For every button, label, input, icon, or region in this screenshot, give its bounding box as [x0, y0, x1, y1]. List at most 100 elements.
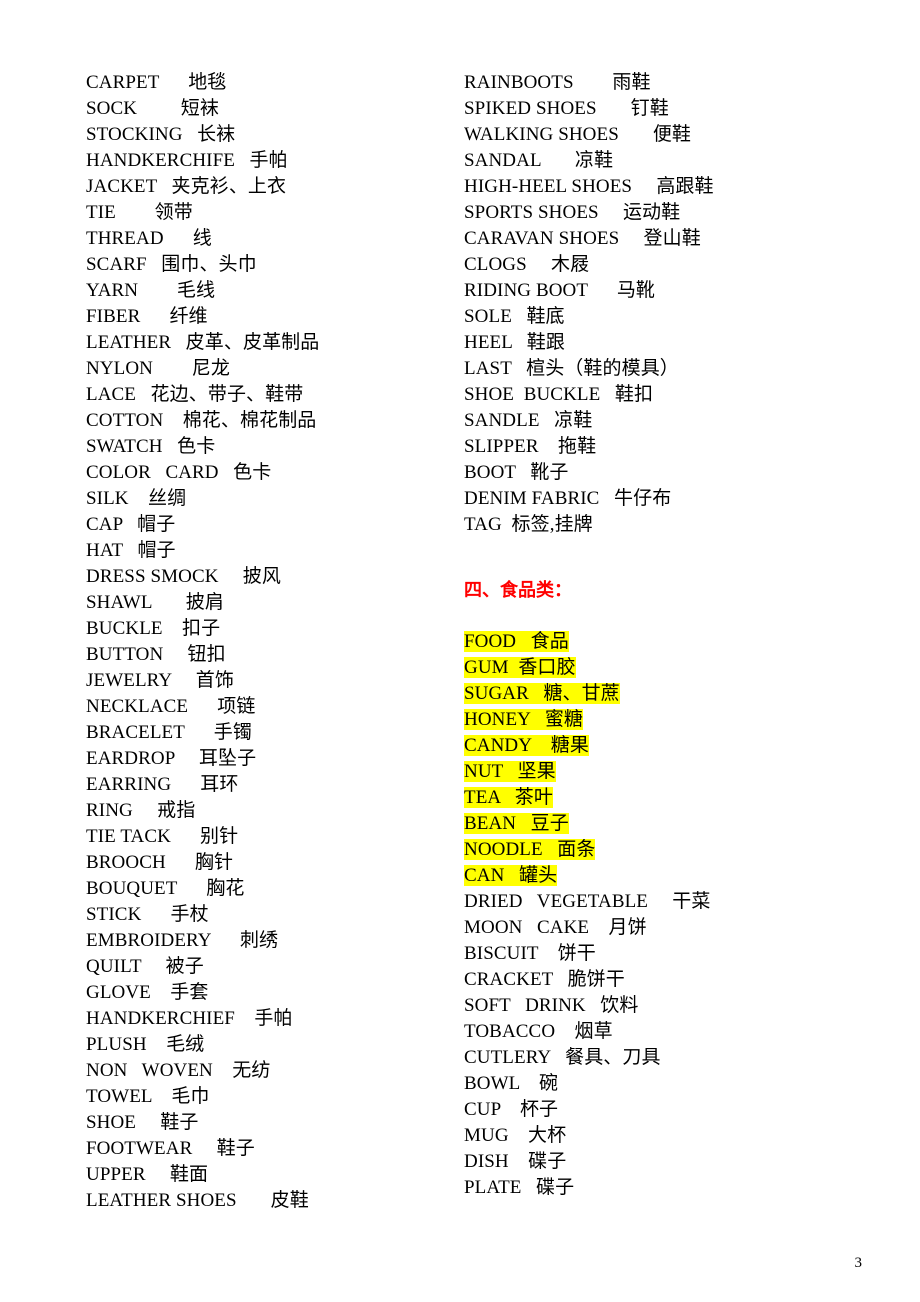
highlight-span: SUGAR 糖、甘蔗	[464, 683, 620, 704]
vocab-entry: SHOE 鞋子	[86, 1112, 199, 1133]
vocab-entry: SOFT DRINK 饮料	[464, 995, 639, 1016]
vocab-entry: SPORTS SHOES 运动鞋	[464, 202, 681, 223]
vocab-entry: RING 戒指	[86, 800, 196, 821]
vocab-entry: HAT 帽子	[86, 540, 176, 561]
vocab-entry: CARPET 地毯	[86, 72, 227, 93]
vocab-entry: YARN 毛线	[86, 280, 216, 301]
vocab-entry-highlighted: HONEY 蜜糖	[464, 707, 920, 733]
highlight-span: HONEY 蜜糖	[464, 709, 584, 730]
vocab-entry: DRIED VEGETABLE 干菜	[464, 891, 711, 912]
highlight-span: CAN 罐头	[464, 865, 558, 886]
vocab-entry: BOOT 靴子	[464, 462, 569, 483]
vocab-entry: LEATHER 皮革、皮革制品	[86, 332, 320, 353]
right-column: RAINBOOTS 雨鞋 SPIKED SHOES 钉鞋 WALKING SHO…	[455, 70, 920, 1201]
highlight-span: NOODLE 面条	[464, 839, 596, 860]
vocab-entry: HIGH-HEEL SHOES 高跟鞋	[464, 176, 714, 197]
vocab-entry: EARDROP 耳坠子	[86, 748, 257, 769]
vocab-entry: SCARF 围巾、头巾	[86, 254, 257, 275]
vocab-entry: TOBACCO 烟草	[464, 1021, 613, 1042]
vocab-entry: SHAWL 披肩	[86, 592, 224, 613]
vocab-entry: HANDKERCHIEF 手帕	[86, 1008, 293, 1029]
vocab-entry: LAST 楦头（鞋的模具）	[464, 358, 679, 379]
vocab-entry: STICK 手杖	[86, 904, 209, 925]
document-page: CARPET 地毯 SOCK 短袜 STOCKING 长袜 HANDKERCHI…	[0, 0, 920, 1302]
page-number: 3	[854, 1255, 863, 1271]
vocab-entry: SHOE BUCKLE 鞋扣	[464, 384, 654, 405]
highlight-span: FOOD 食品	[464, 631, 569, 652]
vocab-entry: SANDAL 凉鞋	[464, 150, 614, 171]
vocab-entry: UPPER 鞋面	[86, 1164, 209, 1185]
vocab-entry: HEEL 鞋跟	[464, 332, 565, 353]
heading-gap	[464, 603, 920, 629]
highlight-span: GUM 香口胶	[464, 657, 576, 678]
vocab-entry: CUTLERY 餐具、刀具	[464, 1047, 661, 1068]
vocab-entry: TOWEL 毛巾	[86, 1086, 210, 1107]
vocab-entry: LACE 花边、带子、鞋带	[86, 384, 304, 405]
vocab-entry: CAP 帽子	[86, 514, 176, 535]
highlight-span: CANDY 糖果	[464, 735, 589, 756]
vocab-entry-highlighted: NOODLE 面条	[464, 837, 920, 863]
vocab-entry: STOCKING 长袜	[86, 124, 236, 145]
vocab-entry: COTTON 棉花、棉花制品	[86, 410, 317, 431]
vocab-entry: DENIM FABRIC 牛仔布	[464, 488, 672, 509]
vocab-entry: EMBROIDERY 刺绣	[86, 930, 279, 951]
vocab-entry: SANDLE 凉鞋	[464, 410, 593, 431]
vocab-entry: PLATE 碟子	[464, 1177, 575, 1198]
vocab-entry: JEWELRY 首饰	[86, 670, 234, 691]
vocab-entry: FOOTWEAR 鞋子	[86, 1138, 255, 1159]
vocab-entry: CARAVAN SHOES 登山鞋	[464, 228, 701, 249]
vocab-entry: SOLE 鞋底	[464, 306, 565, 327]
vocab-entry: QUILT 被子	[86, 956, 204, 977]
vocab-entry: BUCKLE 扣子	[86, 618, 221, 639]
vocab-entry: TIE 领带	[86, 202, 193, 223]
highlight-span: NUT 坚果	[464, 761, 556, 782]
vocab-entry-highlighted: TEA 茶叶	[464, 785, 920, 811]
vocab-entry: SILK 丝绸	[86, 488, 187, 509]
vocab-entry: TAG 标签,挂牌	[464, 514, 593, 535]
vocab-entry: WALKING SHOES 便鞋	[464, 124, 692, 145]
vocab-entry-highlighted: CANDY 糖果	[464, 733, 920, 759]
vocab-entry-highlighted: BEAN 豆子	[464, 811, 920, 837]
vocab-entry: BOWL 碗	[464, 1073, 559, 1094]
vocab-entry: BRACELET 手镯	[86, 722, 252, 743]
vocab-entry: JACKET 夹克衫、上衣	[86, 176, 287, 197]
highlight-span: BEAN 豆子	[464, 813, 569, 834]
vocab-entry: BROOCH 胸针	[86, 852, 234, 873]
vocab-entry: DRESS SMOCK 披风	[86, 566, 282, 587]
left-column: CARPET 地毯 SOCK 短袜 STOCKING 长袜 HANDKERCHI…	[0, 70, 455, 1214]
vocab-entry: CLOGS 木屐	[464, 254, 590, 275]
vocab-entry: COLOR CARD 色卡	[86, 462, 272, 483]
vocab-entry: EARRING 耳环	[86, 774, 239, 795]
vocab-entry-highlighted: CAN 罐头	[464, 863, 920, 889]
highlight-span: TEA 茶叶	[464, 787, 553, 808]
vocab-entry: SWATCH 色卡	[86, 436, 216, 457]
vocab-entry: NYLON 尼龙	[86, 358, 230, 379]
vocab-entry: NECKLACE 项链	[86, 696, 256, 717]
vocab-entry: DISH 碟子	[464, 1151, 567, 1172]
vocab-entry-highlighted: NUT 坚果	[464, 759, 920, 785]
vocab-entry-highlighted: FOOD 食品	[464, 629, 920, 655]
vocab-entry-highlighted: SUGAR 糖、甘蔗	[464, 681, 920, 707]
vocab-entry: NON WOVEN 无纺	[86, 1060, 271, 1081]
two-column-body: CARPET 地毯 SOCK 短袜 STOCKING 长袜 HANDKERCHI…	[0, 70, 920, 1214]
vocab-entry: MOON CAKE 月饼	[464, 917, 647, 938]
vocab-entry: RAINBOOTS 雨鞋	[464, 72, 651, 93]
vocab-entry: CUP 杯子	[464, 1099, 559, 1120]
vocab-entry: MUG 大杯	[464, 1125, 567, 1146]
section-heading-food: 四、食品类：	[464, 580, 572, 600]
vocab-entry: TIE TACK 别针	[86, 826, 239, 847]
vocab-entry: BUTTON 钮扣	[86, 644, 226, 665]
vocab-entry: PLUSH 毛绒	[86, 1034, 205, 1055]
vocab-entry: RIDING BOOT 马靴	[464, 280, 656, 301]
vocab-entry: HANDKERCHIFE 手帕	[86, 150, 288, 171]
vocab-entry: BOUQUET 胸花	[86, 878, 245, 899]
vocab-entry: SOCK 短袜	[86, 98, 219, 119]
vocab-entry: SLIPPER 拖鞋	[464, 436, 597, 457]
vocab-entry: GLOVE 手套	[86, 982, 209, 1003]
vocab-entry: THREAD 线	[86, 228, 212, 249]
vocab-entry-highlighted: GUM 香口胶	[464, 655, 920, 681]
vocab-entry: CRACKET 脆饼干	[464, 969, 625, 990]
vocab-entry: BISCUIT 饼干	[464, 943, 596, 964]
